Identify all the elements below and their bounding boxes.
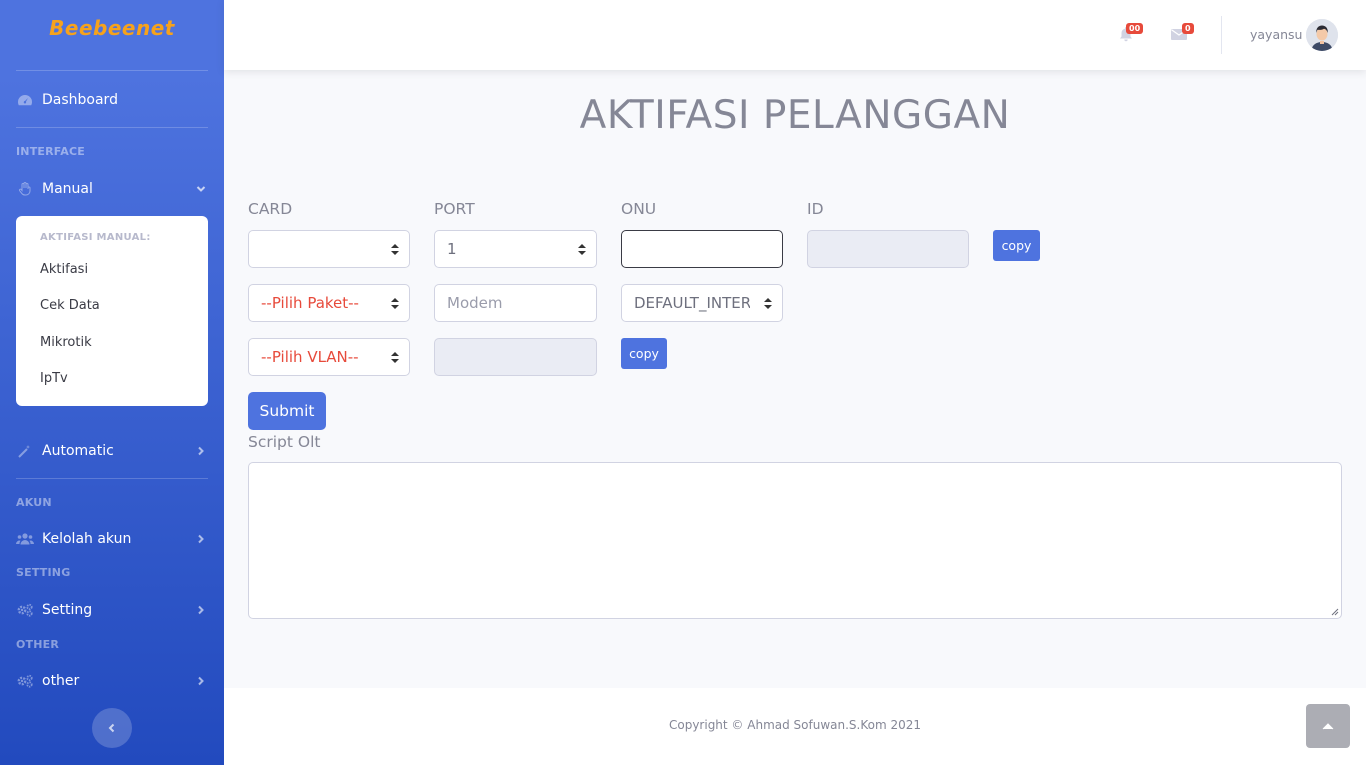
submenu-item-mikrotik[interactable]: Mikrotik	[40, 335, 92, 350]
messages-badge: 0	[1182, 23, 1194, 34]
id-field	[807, 230, 969, 268]
submenu-item-iptv[interactable]: IpTv	[40, 371, 68, 386]
modem-input[interactable]: Modem	[434, 284, 597, 322]
script-olt-label: Script Olt	[248, 433, 321, 451]
alerts-button[interactable]: 00	[1118, 23, 1144, 44]
sidebar-heading-akun: AKUN	[16, 496, 52, 509]
user-avatar-icon	[1306, 19, 1338, 51]
sidebar-heading-interface: INTERFACE	[16, 145, 85, 158]
profile-select-value: DEFAULT_INTERNET	[634, 294, 750, 312]
avatar[interactable]	[1306, 19, 1338, 51]
messages-button[interactable]: 0	[1170, 23, 1194, 44]
paket-select[interactable]: --Pilih Paket--	[248, 284, 410, 322]
page-title: AKTIFASI PELANGGAN	[579, 93, 1011, 138]
submenu-item-cek-data[interactable]: Cek Data	[40, 298, 100, 313]
user-name[interactable]: yayansu	[1250, 27, 1302, 42]
sidebar-item-automatic[interactable]: Automatic	[16, 442, 208, 460]
topbar-divider	[1221, 16, 1222, 54]
sidebar-item-label: Automatic	[42, 443, 114, 459]
port-label: PORT	[434, 200, 475, 218]
chevron-left-icon	[108, 723, 115, 733]
topbar: 00 0 yayansu	[224, 0, 1366, 70]
chevron-right-icon	[198, 534, 204, 544]
resize-grip-icon[interactable]	[1331, 608, 1339, 616]
card-label: CARD	[248, 200, 293, 218]
chevron-right-icon	[198, 446, 204, 456]
submit-button[interactable]: Submit	[248, 392, 326, 430]
sidebar-item-label: Setting	[42, 602, 93, 618]
sidebar-toggle-button[interactable]	[92, 708, 132, 748]
sidebar-item-manual[interactable]: Manual	[16, 180, 208, 198]
port-select[interactable]: 1	[434, 230, 597, 268]
copy-id-button[interactable]: copy	[993, 230, 1040, 261]
magic-wand-icon	[16, 444, 34, 458]
sidebar-item-setting[interactable]: Setting	[16, 601, 208, 619]
vlan-select[interactable]: --Pilih VLAN--	[248, 338, 410, 376]
sidebar-item-dashboard[interactable]: Dashboard	[16, 91, 208, 109]
script-olt-textarea[interactable]	[248, 462, 1342, 619]
sidebar-heading-other: OTHER	[16, 638, 60, 651]
footer: Copyright © Ahmad Sofuwan.S.Kom 2021	[224, 688, 1366, 765]
submenu-item-aktifasi[interactable]: Aktifasi	[40, 262, 88, 277]
tachometer-icon	[16, 93, 34, 107]
onu-label: ONU	[621, 200, 657, 218]
sidebar-divider	[16, 127, 208, 128]
onu-input[interactable]	[621, 230, 783, 268]
sidebar-item-label: Dashboard	[42, 92, 118, 108]
submenu-heading: AKTIFASI MANUAL:	[40, 232, 151, 243]
sidebar-divider	[16, 478, 208, 479]
sidebar-item-label: other	[42, 673, 80, 689]
id-label: ID	[807, 200, 824, 218]
chevron-right-icon	[198, 605, 204, 615]
cogs-icon	[16, 603, 34, 617]
copyright-text: Copyright © Ahmad Sofuwan.S.Kom 2021	[668, 718, 922, 732]
alerts-badge: 00	[1126, 23, 1144, 34]
chevron-right-icon	[198, 676, 204, 686]
users-icon	[16, 532, 34, 546]
scroll-to-top-button[interactable]	[1306, 704, 1350, 748]
copy-vlan-button[interactable]: copy	[621, 338, 667, 369]
cogs-icon	[16, 674, 34, 688]
vlan-field	[434, 338, 597, 376]
sidebar-heading-setting: SETTING	[16, 566, 71, 579]
angle-up-icon	[1322, 723, 1334, 730]
sidebar: Beebeenet Dashboard INTERFACE Manual AKT…	[0, 0, 224, 765]
hand-icon	[16, 182, 34, 196]
chevron-down-icon	[196, 186, 206, 192]
profile-select[interactable]: DEFAULT_INTERNET	[621, 284, 783, 322]
sidebar-item-label: Manual	[42, 181, 93, 197]
sidebar-item-kelolah-akun[interactable]: Kelolah akun	[16, 530, 208, 548]
sidebar-item-label: Kelolah akun	[42, 531, 132, 547]
submenu-manual: AKTIFASI MANUAL: Aktifasi Cek Data Mikro…	[16, 216, 208, 406]
brand-logo[interactable]: Beebeenet	[0, 16, 224, 40]
sidebar-divider	[16, 70, 208, 71]
card-select[interactable]	[248, 230, 410, 268]
sidebar-item-other[interactable]: other	[16, 672, 208, 690]
